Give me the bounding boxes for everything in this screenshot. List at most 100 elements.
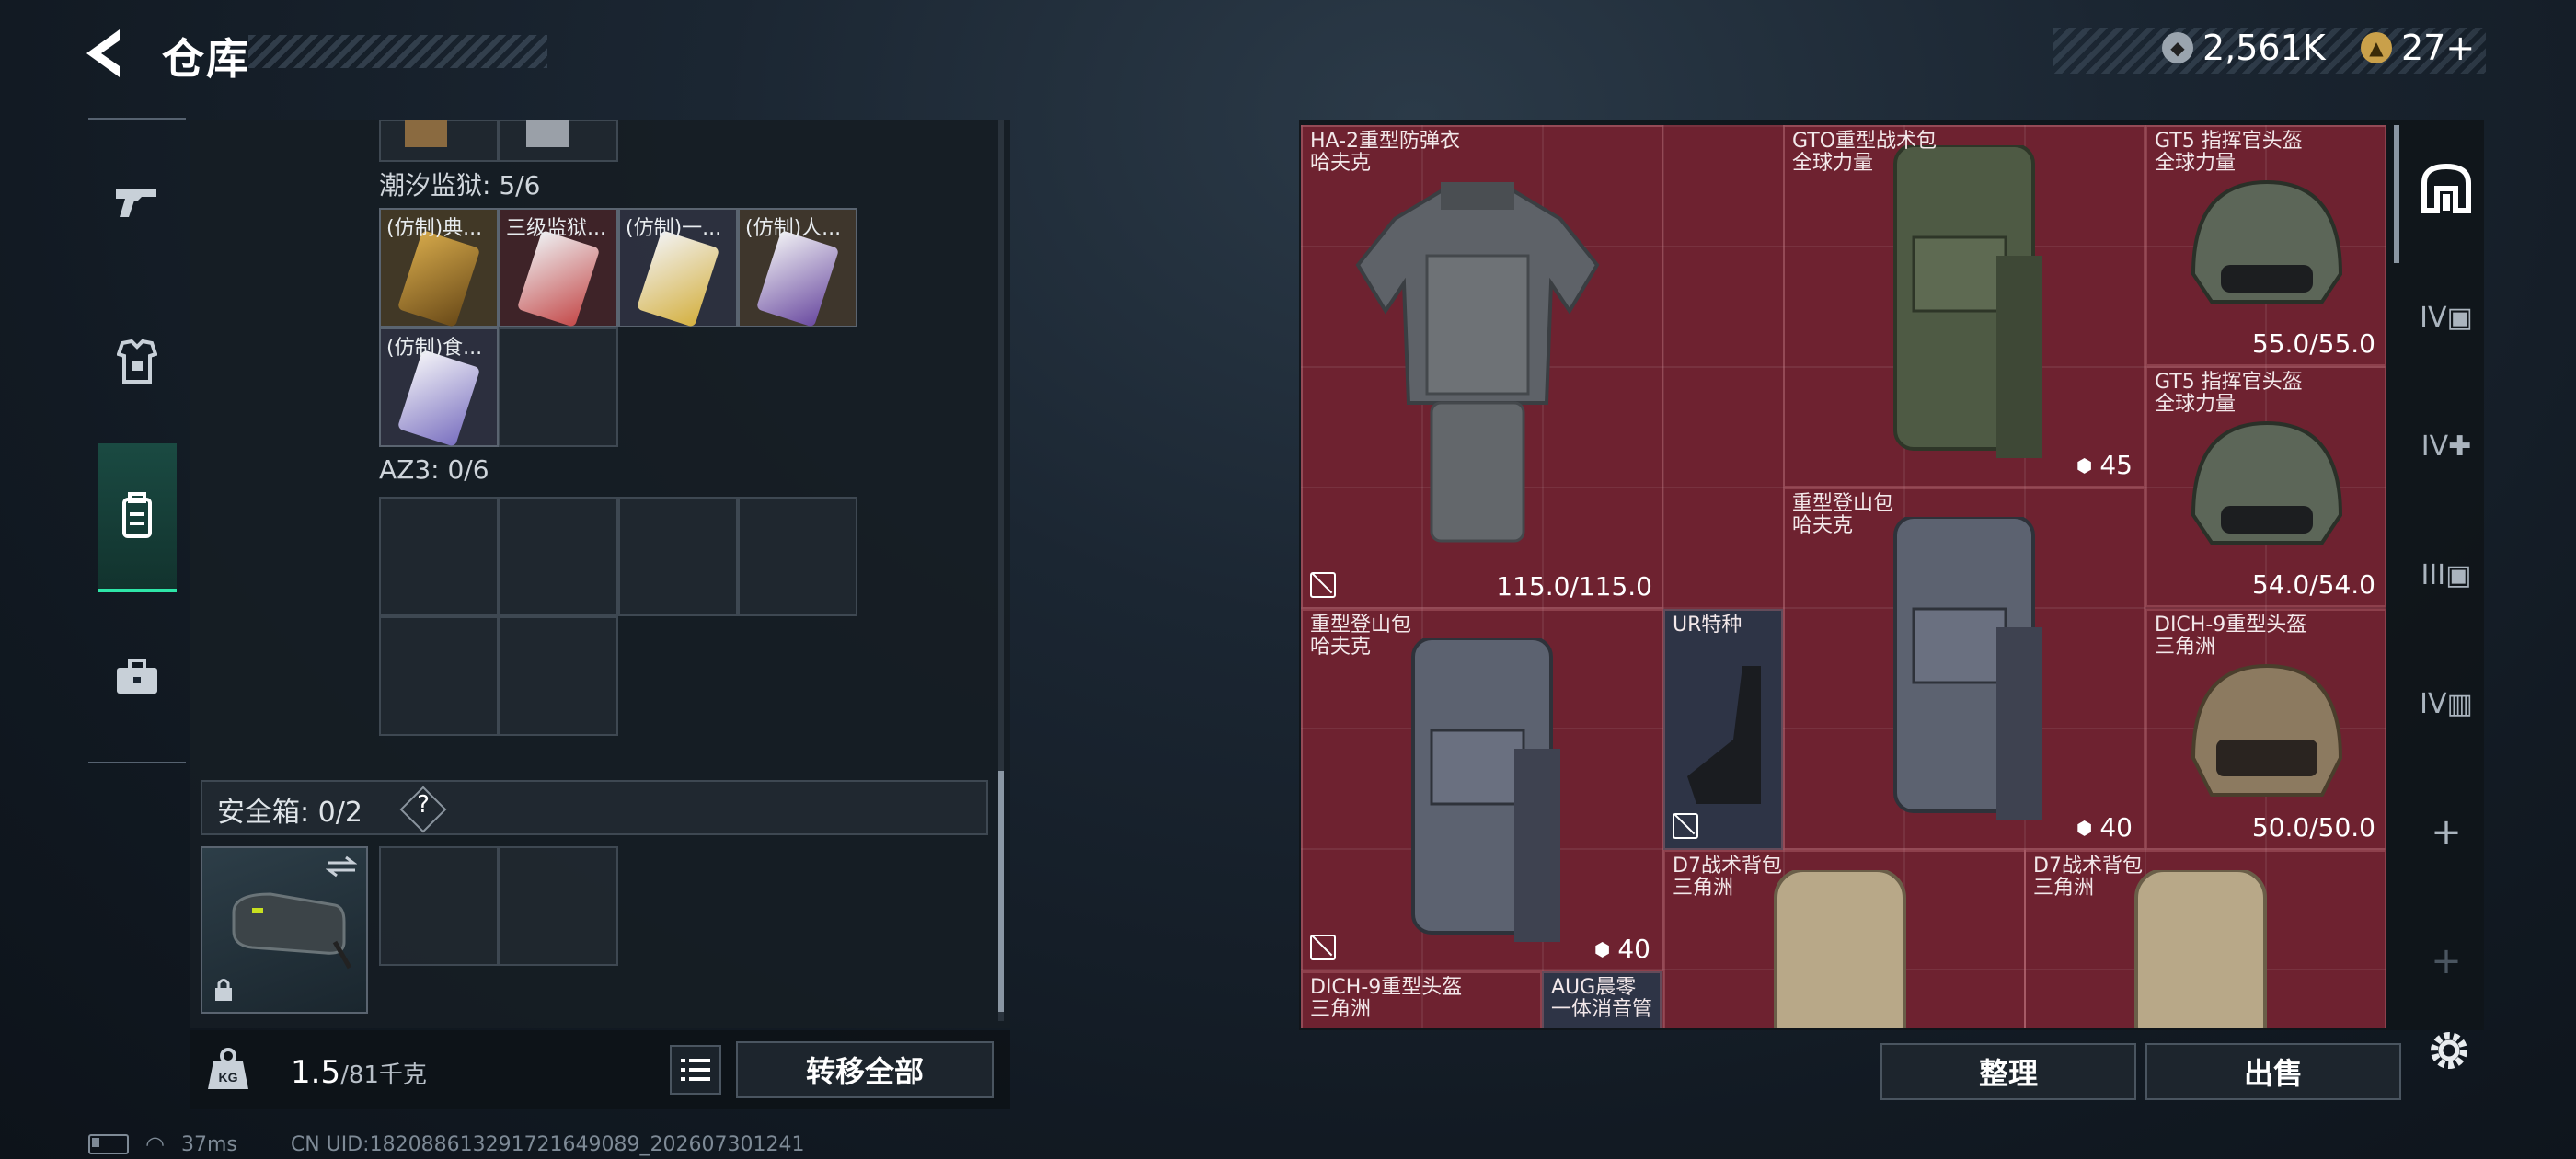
item-name: GT5 指挥官头盔 xyxy=(2155,371,2303,394)
lock-icon xyxy=(215,979,232,1001)
helmet-image xyxy=(2191,420,2343,545)
safe-case-image xyxy=(232,892,352,970)
scrollbar-thumb[interactable] xyxy=(998,771,1004,1012)
inventory-slot[interactable] xyxy=(499,327,618,447)
item-capacity: ⬢ 45 xyxy=(2076,450,2133,480)
weight-current: 1.5 xyxy=(291,1054,341,1091)
help-icon[interactable]: ? xyxy=(407,791,440,828)
filter-tier-iii[interactable]: III▣ xyxy=(2405,524,2488,625)
inventory-slot[interactable] xyxy=(618,497,738,616)
stash-item-attachment[interactable]: AUG晨零 一体消音管 xyxy=(1542,971,1662,1028)
inventory-slot[interactable] xyxy=(379,616,499,736)
stash-item-backpack[interactable]: 重型登山包 哈夫克 ⬢ 40 xyxy=(1783,488,2145,850)
filter-tier-iv-3[interactable]: IV▥ xyxy=(2405,653,2488,754)
item-name: DICH-9重型头盔 xyxy=(1310,976,1463,999)
vest-icon xyxy=(117,339,157,384)
tier-iii-icon: III▣ xyxy=(2421,558,2472,591)
capacity-value: 40 xyxy=(2099,812,2133,843)
nav-weapons[interactable] xyxy=(88,129,186,276)
add-filter-button[interactable]: + xyxy=(2405,782,2488,883)
silver-coin-icon: ◆ xyxy=(2162,32,2193,63)
stash-item-helmet[interactable]: DICH-9重型头盔 三角洲 xyxy=(1301,971,1542,1028)
item-name: 重型登山包 xyxy=(1310,614,1412,637)
keycard-slot[interactable]: (仿制)食... xyxy=(379,327,499,447)
stash-item-backpack[interactable]: GTO重型战术包 全球力量 ⬢ 45 xyxy=(1783,125,2145,488)
filter-all[interactable] xyxy=(2405,138,2488,239)
nav-toolbox[interactable] xyxy=(88,603,186,751)
item-durability: 115.0/115.0 xyxy=(1496,571,1652,602)
ping-value: 37ms xyxy=(180,1132,237,1156)
capacity-value: 40 xyxy=(1617,934,1650,964)
item-durability: 55.0/55.0 xyxy=(2251,328,2375,359)
transfer-all-button[interactable]: 转移全部 xyxy=(736,1041,994,1098)
briefcase-icon xyxy=(117,659,157,694)
stash-item-backpack[interactable]: 重型登山包 哈夫克 ⬢ 40 xyxy=(1301,609,1663,971)
filter-tier-iv-2[interactable]: IV✚ xyxy=(2405,396,2488,497)
gear-icon xyxy=(2431,1032,2467,1069)
no-drop-icon xyxy=(1673,813,1698,839)
wifi-icon: ◠ xyxy=(145,1131,165,1157)
settings-button[interactable] xyxy=(2421,1023,2477,1078)
pistol-icon xyxy=(116,189,156,217)
add-filter-button-disabled: + xyxy=(2405,911,2488,1012)
item-brand: 三角洲 xyxy=(1673,877,1734,900)
backpack-image xyxy=(1893,145,2042,458)
filter-tier-iv-1[interactable]: IV▣ xyxy=(2405,267,2488,368)
weight-max: /81千克 xyxy=(340,1061,427,1089)
page-title: 仓库 xyxy=(162,34,250,84)
stash-item-helmet[interactable]: GT5 指挥官头盔 全球力量 54.0/54.0 xyxy=(2145,366,2386,607)
plus-icon: + xyxy=(2431,940,2462,982)
plus-icon: + xyxy=(2431,811,2462,854)
item-durability: 50.0/50.0 xyxy=(2251,812,2375,843)
inventory-slot[interactable] xyxy=(738,497,857,616)
stash-item-stock[interactable]: UR特种 xyxy=(1663,609,1783,850)
inventory-slot[interactable] xyxy=(499,616,618,736)
silver-amount: 2,561K xyxy=(2202,28,2326,68)
sell-button[interactable]: 出售 xyxy=(2145,1043,2401,1100)
item-durability: 54.0/54.0 xyxy=(2251,569,2375,600)
inventory-slot[interactable] xyxy=(379,497,499,616)
item-name: GT5 指挥官头盔 xyxy=(2155,130,2303,153)
section-label: 潮汐监狱: 5/6 xyxy=(379,170,541,201)
nav-armor[interactable] xyxy=(88,289,186,436)
nav-backpack[interactable] xyxy=(98,443,177,592)
safe-case-item[interactable] xyxy=(201,846,368,1014)
back-arrow-icon xyxy=(86,29,120,77)
stash-item-backpack[interactable]: D7战术背包 三角洲 xyxy=(2024,850,2386,1028)
stash-item-helmet[interactable]: GT5 指挥官头盔 全球力量 55.0/55.0 xyxy=(2145,125,2386,366)
back-button[interactable] xyxy=(81,26,155,81)
no-drop-icon xyxy=(1310,572,1336,598)
inventory-slot[interactable] xyxy=(499,497,618,616)
item-name: 重型登山包 xyxy=(1792,492,1894,515)
capacity-value: 45 xyxy=(2099,450,2133,480)
keycard-slot[interactable]: (仿制)一... xyxy=(618,208,738,327)
stash-scrollbar-thumb[interactable] xyxy=(2394,125,2399,263)
stash-item-armor[interactable]: HA-2重型防弹衣 哈夫克 115.0/115.0 xyxy=(1301,125,1663,609)
gold-amount: 27+ xyxy=(2401,28,2476,68)
sort-button[interactable]: 整理 xyxy=(1880,1043,2136,1100)
helmet-image xyxy=(2191,663,2343,797)
gold-currency: ▲ 27+ xyxy=(2361,28,2475,68)
safe-slot[interactable] xyxy=(379,846,499,966)
swap-icon[interactable] xyxy=(326,855,357,878)
keycard-slot[interactable]: (仿制)典... xyxy=(379,208,499,327)
stash-item-backpack[interactable]: D7战术背包 三角洲 xyxy=(1663,850,2026,1028)
item-brand: 三角洲 xyxy=(2155,636,2216,659)
stash-item-helmet[interactable]: DICH-9重型头盔 三角洲 50.0/50.0 xyxy=(2145,609,2386,850)
keycard-slot[interactable]: 三级监狱... xyxy=(499,208,618,327)
safe-box-label: 安全箱: 0/2 xyxy=(217,797,362,829)
item-partial xyxy=(405,120,447,147)
gold-coin-icon: ▲ xyxy=(2361,32,2392,63)
item-name: DICH-9重型头盔 xyxy=(2155,614,2307,637)
status-bar: ◠ 37ms CN UID:1820886132917216490​89_202… xyxy=(88,1131,805,1157)
svg-text:KG: KG xyxy=(219,1070,238,1084)
weight-value: 1.5/81千克 xyxy=(291,1054,427,1091)
keycard-slot[interactable]: (仿制)人... xyxy=(738,208,857,327)
tier-iv-icon: IV▣ xyxy=(2420,301,2473,334)
kg-weight-icon: KG xyxy=(204,1045,252,1093)
stash-grid: HA-2重型防弹衣 哈夫克 115.0/115.0 GTO重型战术包 全球力量 ⬢ 4… xyxy=(1301,125,2386,1028)
list-view-button[interactable] xyxy=(670,1045,721,1095)
helmet-image xyxy=(2191,179,2343,304)
safe-slot[interactable] xyxy=(499,846,618,966)
stash-all-icon xyxy=(2421,163,2471,213)
